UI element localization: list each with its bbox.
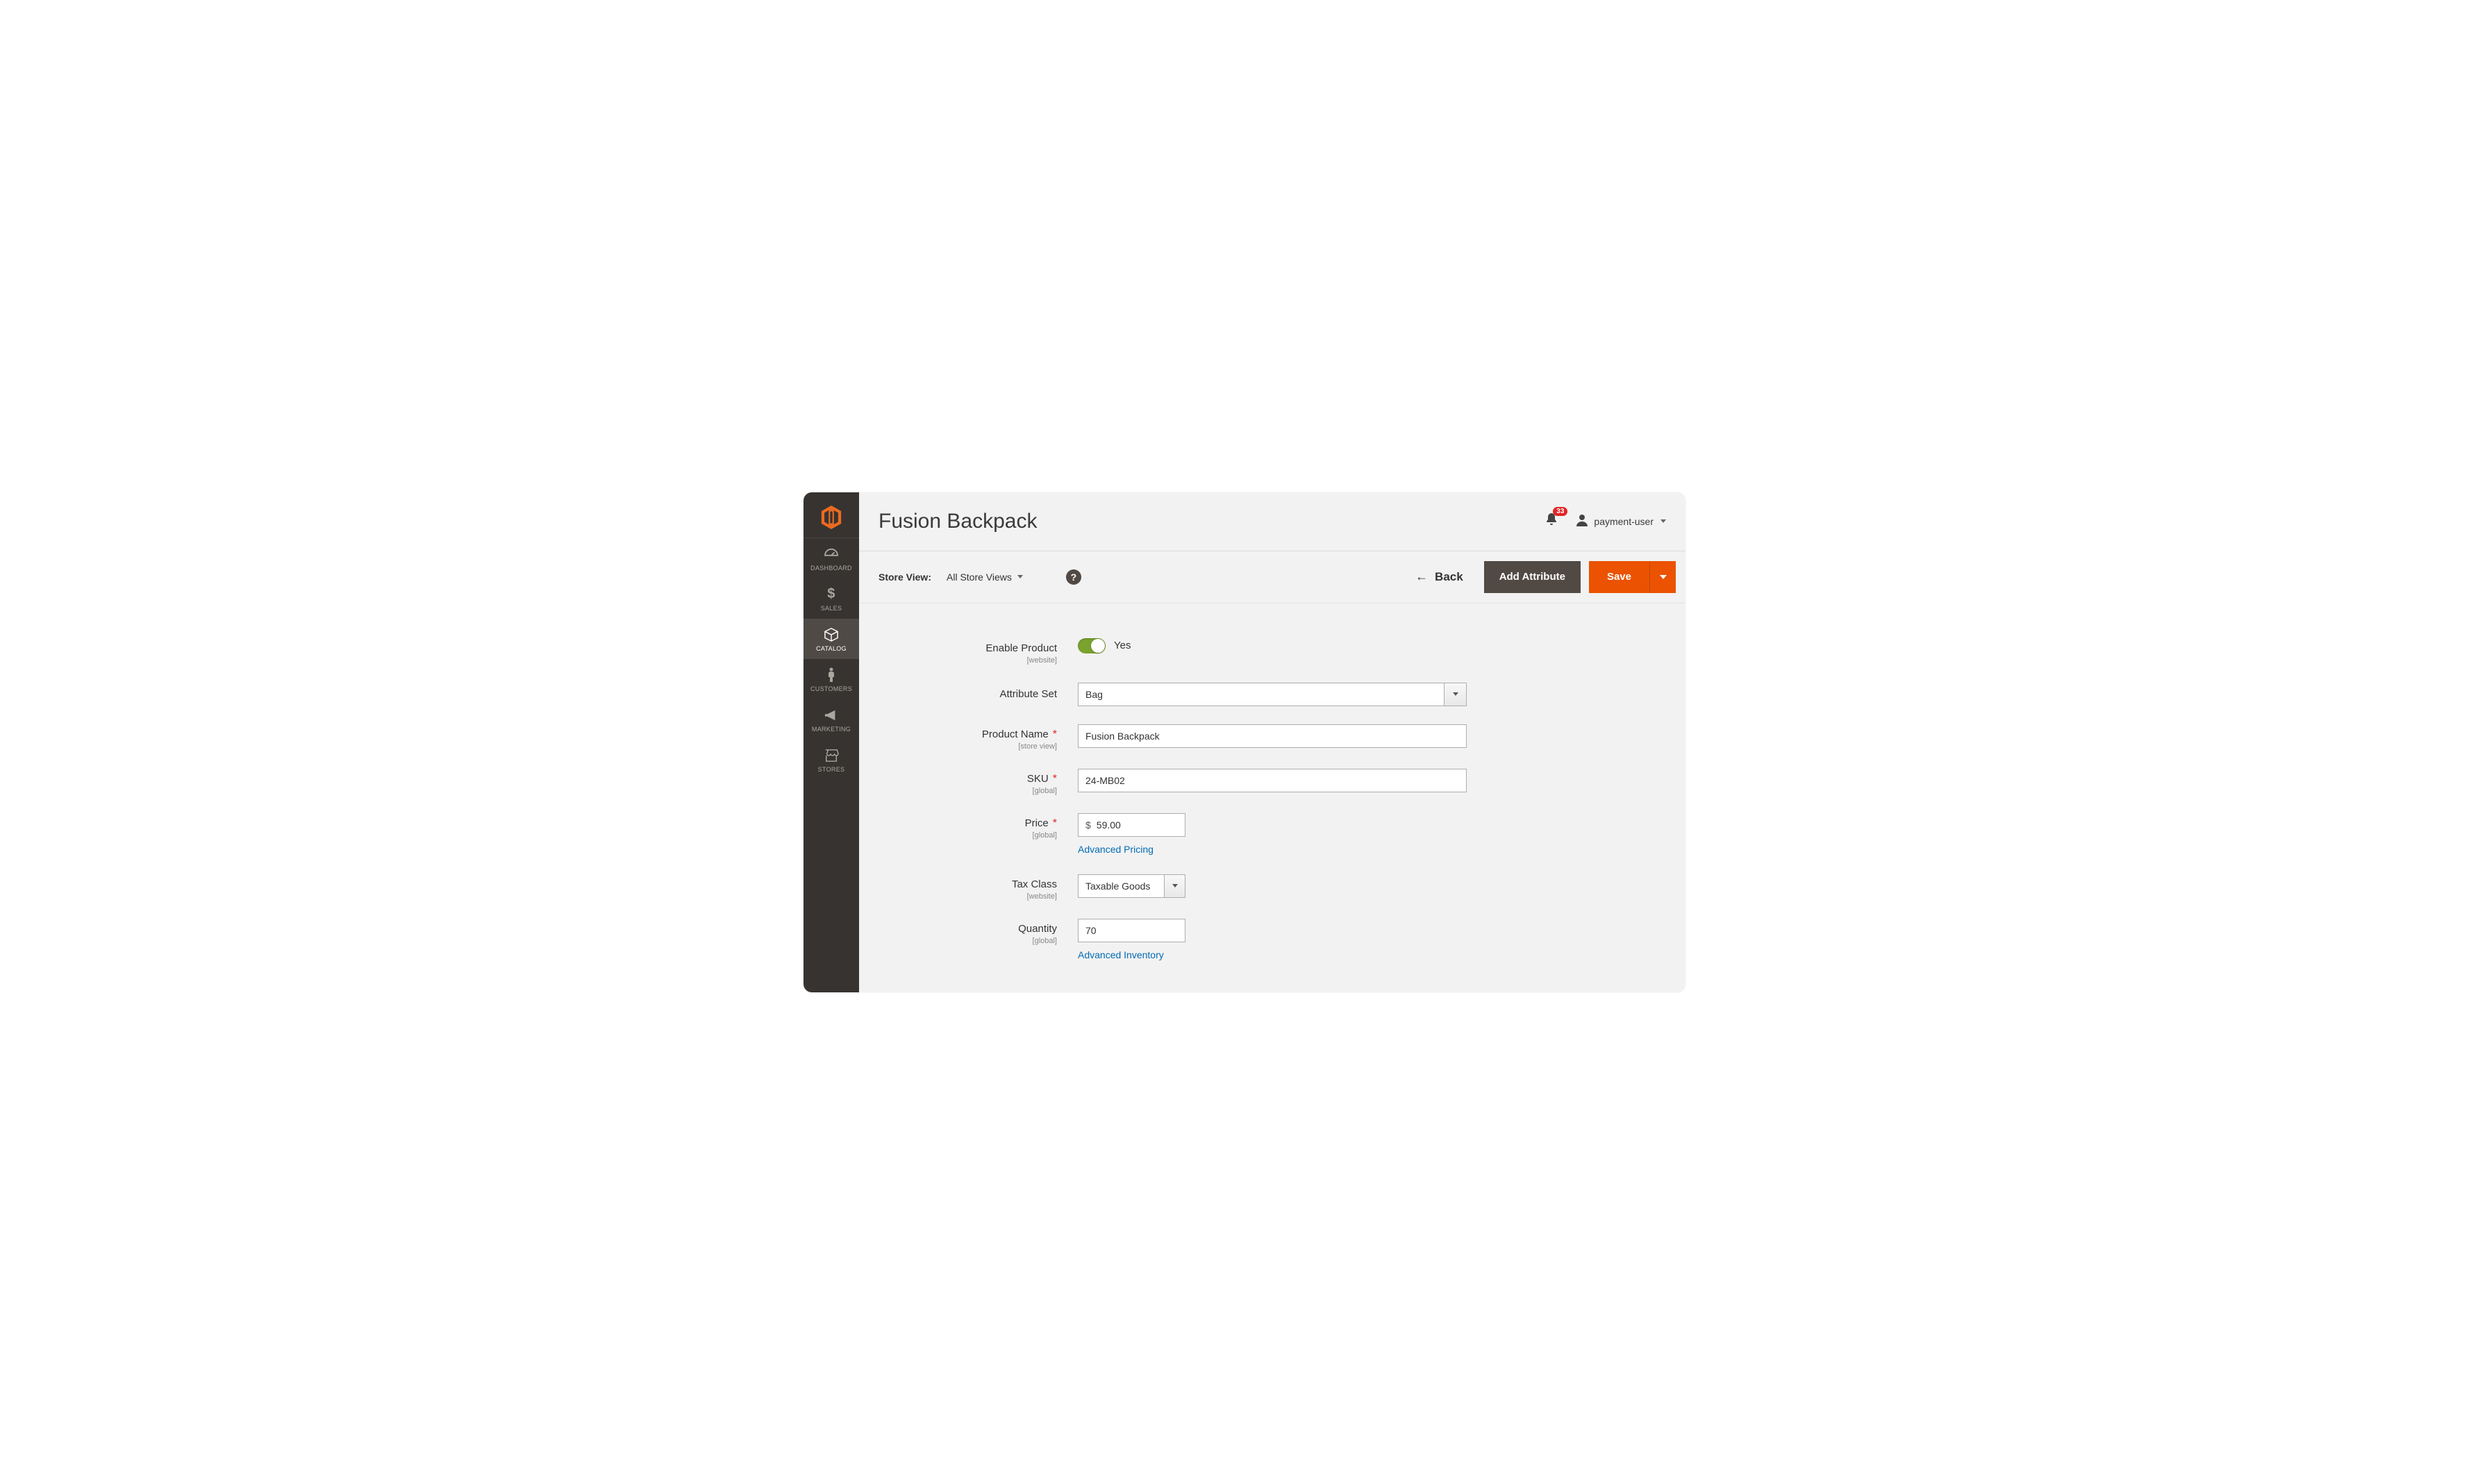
sku-input[interactable] — [1085, 775, 1459, 786]
product-name-field-wrap — [1078, 724, 1467, 748]
account-menu[interactable]: payment-user — [1576, 514, 1666, 528]
price-field-wrap: $ — [1078, 813, 1185, 837]
dollar-icon: $ — [823, 587, 840, 602]
chevron-down-icon — [1017, 575, 1023, 578]
page-header: Fusion Backpack 33 payment-user — [859, 492, 1685, 551]
price-label: Price — [1025, 817, 1049, 829]
price-scope: [global] — [887, 831, 1057, 840]
nav-sales-label: SALES — [821, 605, 842, 612]
attribute-set-dropdown-button[interactable] — [1444, 683, 1466, 706]
back-label: Back — [1435, 570, 1463, 584]
main-area: Fusion Backpack 33 payment-user — [859, 492, 1685, 992]
row-attribute-set: Attribute Set Bag — [887, 683, 1658, 706]
advanced-inventory-link[interactable]: Advanced Inventory — [1078, 949, 1164, 960]
quantity-input[interactable] — [1085, 925, 1178, 936]
toggle-knob — [1091, 639, 1105, 653]
nav-catalog-label: CATALOG — [816, 645, 847, 652]
person-icon — [1576, 514, 1588, 528]
product-form: Enable Product [website] Yes Attribute S… — [859, 603, 1685, 981]
storefront-icon — [823, 748, 840, 763]
tax-class-label: Tax Class — [1012, 878, 1057, 890]
tax-class-select[interactable]: Taxable Goods — [1078, 874, 1185, 898]
required-marker: * — [1053, 817, 1057, 829]
sku-label: SKU — [1027, 773, 1049, 785]
magento-logo-icon — [819, 506, 843, 529]
product-name-input[interactable] — [1085, 731, 1459, 742]
product-name-label: Product Name — [982, 728, 1049, 740]
store-view-label: Store View: — [879, 572, 931, 583]
advanced-pricing-link[interactable]: Advanced Pricing — [1078, 844, 1154, 855]
nav-stores-label: STORES — [818, 766, 845, 773]
quantity-scope: [global] — [887, 937, 1057, 945]
nav-customers[interactable]: CUSTOMERS — [804, 659, 859, 699]
row-tax-class: Tax Class [website] Taxable Goods — [887, 874, 1658, 901]
add-attribute-button[interactable]: Add Attribute — [1484, 561, 1581, 593]
save-button[interactable]: Save — [1589, 561, 1649, 593]
nav-marketing[interactable]: MARKETING — [804, 699, 859, 740]
magento-logo[interactable] — [804, 498, 859, 538]
chevron-down-icon — [1660, 519, 1666, 523]
nav-catalog[interactable]: CATALOG — [804, 619, 859, 659]
header-right: 33 payment-user — [1545, 512, 1666, 530]
row-sku: SKU * [global] — [887, 769, 1658, 795]
back-button[interactable]: ← Back — [1415, 569, 1463, 584]
quantity-field-wrap — [1078, 919, 1185, 942]
price-input[interactable] — [1097, 819, 1178, 831]
attribute-set-value: Bag — [1085, 689, 1103, 700]
box-icon — [823, 627, 840, 642]
enable-product-value: Yes — [1114, 640, 1131, 651]
notification-badge: 33 — [1553, 507, 1567, 516]
row-quantity: Quantity [global] Advanced Inventory — [887, 919, 1658, 962]
nav-stores[interactable]: STORES — [804, 740, 859, 780]
page-title: Fusion Backpack — [879, 510, 1037, 533]
notifications-button[interactable]: 33 — [1545, 512, 1558, 530]
enable-product-scope: [website] — [887, 656, 1057, 665]
sku-field-wrap — [1078, 769, 1467, 792]
enable-product-label: Enable Product — [985, 642, 1057, 654]
enable-product-toggle[interactable] — [1078, 638, 1106, 653]
sidebar: DASHBOARD $ SALES CATALOG CUSTOMERS MARK… — [804, 492, 859, 992]
store-view-select[interactable]: All Store Views — [947, 572, 1023, 583]
row-enable-product: Enable Product [website] Yes — [887, 638, 1658, 665]
tax-class-scope: [website] — [887, 892, 1057, 901]
tax-class-dropdown-button[interactable] — [1164, 875, 1185, 897]
currency-symbol: $ — [1085, 819, 1091, 831]
row-price: Price * [global] $ Advanced Pricing — [887, 813, 1658, 856]
app-window: DASHBOARD $ SALES CATALOG CUSTOMERS MARK… — [804, 492, 1685, 992]
question-icon: ? — [1071, 572, 1077, 583]
chevron-down-icon — [1172, 884, 1178, 887]
gauge-icon — [823, 547, 840, 562]
attribute-set-select[interactable]: Bag — [1078, 683, 1467, 706]
nav-dashboard-label: DASHBOARD — [810, 565, 852, 572]
required-marker: * — [1053, 728, 1057, 740]
quantity-label: Quantity — [1018, 923, 1057, 935]
save-dropdown-button[interactable] — [1649, 561, 1676, 593]
required-marker: * — [1053, 773, 1057, 785]
account-name: payment-user — [1594, 516, 1654, 527]
toolbar: Store View: All Store Views ? ← Back Add… — [859, 551, 1685, 603]
nav-marketing-label: MARKETING — [812, 726, 851, 733]
nav-sales[interactable]: $ SALES — [804, 578, 859, 619]
nav-dashboard[interactable]: DASHBOARD — [804, 538, 859, 578]
megaphone-icon — [823, 708, 840, 723]
chevron-down-icon — [1453, 692, 1458, 696]
store-view-value: All Store Views — [947, 572, 1012, 583]
help-button[interactable]: ? — [1066, 569, 1081, 585]
person-standing-icon — [823, 667, 840, 683]
sku-scope: [global] — [887, 787, 1057, 795]
tax-class-value: Taxable Goods — [1085, 881, 1150, 892]
arrow-left-icon: ← — [1415, 569, 1428, 584]
nav-customers-label: CUSTOMERS — [810, 685, 852, 692]
row-product-name: Product Name * [store view] — [887, 724, 1658, 751]
attribute-set-label: Attribute Set — [999, 688, 1057, 700]
save-button-group: Save — [1589, 561, 1676, 593]
product-name-scope: [store view] — [887, 742, 1057, 751]
chevron-down-icon — [1660, 575, 1667, 579]
